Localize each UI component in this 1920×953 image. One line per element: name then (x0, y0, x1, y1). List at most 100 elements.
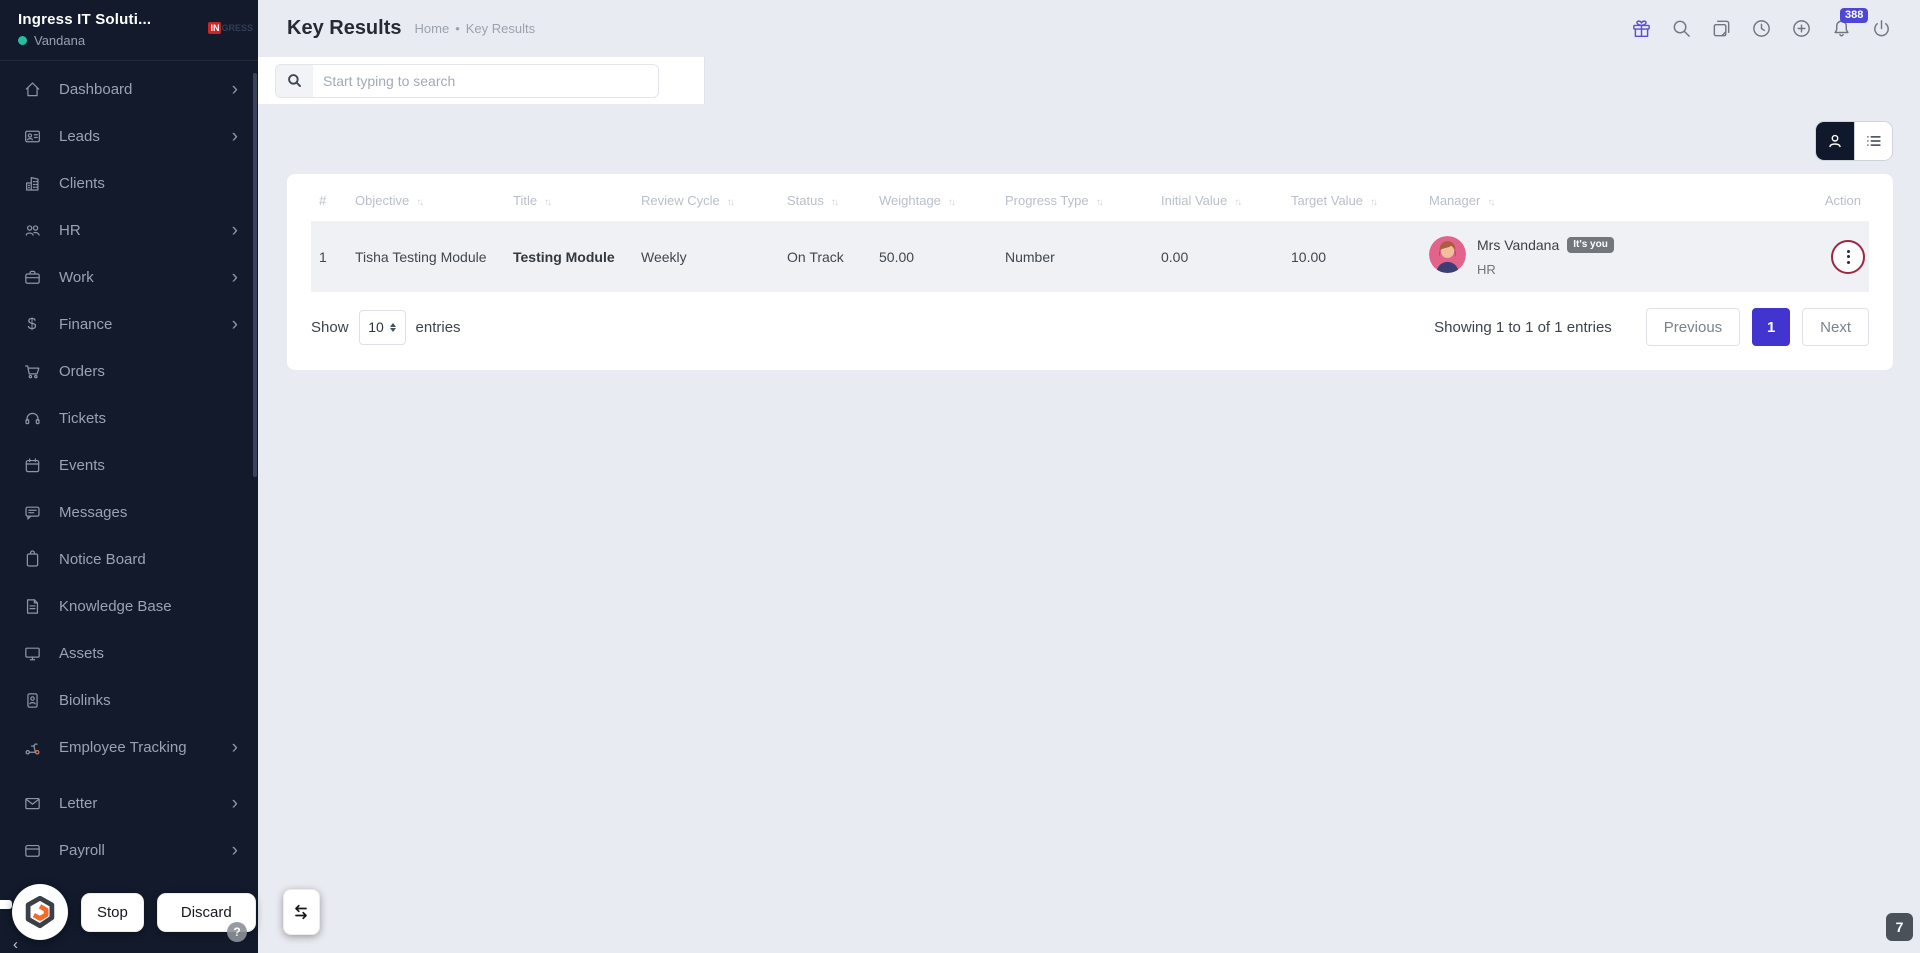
recorder-logo-button[interactable] (12, 884, 68, 940)
sort-icon: ↑↓ (830, 197, 839, 208)
col-manager[interactable]: Manager ↑↓ (1421, 178, 1811, 221)
table-row: 1 Tisha Testing Module Testing Module We… (311, 221, 1869, 292)
manager-info: Mrs Vandana It's you HR (1477, 236, 1614, 277)
recorder-control-bar: Stop Discard (12, 884, 320, 940)
sidebar-scrollbar[interactable] (253, 73, 257, 477)
chevron-right-icon: › (231, 79, 238, 100)
sidebar-item-work[interactable]: Work › (0, 254, 258, 301)
col-progress-type[interactable]: Progress Type ↑↓ (997, 178, 1153, 221)
notes-icon[interactable] (1710, 18, 1732, 40)
sidebar: Ingress IT Soluti... Vandana IN GRESS Das… (0, 0, 258, 953)
col-objective[interactable]: Objective ↑↓ (347, 178, 505, 221)
sidebar-item-employee-tracking[interactable]: Employee Tracking › (0, 724, 258, 771)
overlay-notch (0, 900, 12, 909)
row-objective: Tisha Testing Module (347, 221, 505, 292)
col-status[interactable]: Status ↑↓ (779, 178, 871, 221)
page-header: Key Results Home • Key Results 388 (258, 0, 1920, 57)
sidebar-item-label: Work (59, 269, 94, 286)
pagination-bar: Show 10 entries Showing 1 to 1 of 1 entr… (311, 308, 1869, 346)
chevron-right-icon: › (231, 314, 238, 335)
sidebar-item-notice-board[interactable]: Notice Board (0, 536, 258, 583)
manager-role: HR (1477, 262, 1496, 277)
row-target-value: 10.00 (1283, 221, 1421, 292)
sidebar-item-knowledge-base[interactable]: Knowledge Base (0, 583, 258, 630)
sidebar-item-leads[interactable]: Leads › (0, 113, 258, 160)
search-input[interactable] (313, 72, 658, 89)
main-area: Key Results Home • Key Results 388 Start… (258, 0, 1920, 953)
sidebar-item-messages[interactable]: Messages (0, 489, 258, 536)
col-review-cycle[interactable]: Review Cycle ↑↓ (633, 178, 779, 221)
sidebar-item-clients[interactable]: Clients (0, 160, 258, 207)
sidebar-item-events[interactable]: Events (0, 442, 258, 489)
manager-name[interactable]: Mrs Vandana (1477, 237, 1559, 253)
current-user: Vandana (18, 33, 242, 48)
previous-page-button[interactable]: Previous (1645, 308, 1741, 346)
person-view-toggle[interactable] (1816, 122, 1854, 160)
sidebar-item-letter[interactable]: Letter › (0, 780, 258, 827)
plus-circle-icon[interactable] (1790, 18, 1812, 40)
swap-arrows-button[interactable] (282, 889, 320, 935)
wallet-icon (22, 841, 42, 861)
sidebar-item-label: Events (59, 457, 105, 474)
row-initial-value: 0.00 (1153, 221, 1283, 292)
col-num: # (319, 193, 327, 208)
breadcrumb-home[interactable]: Home (415, 21, 450, 36)
chevron-right-icon: › (231, 126, 238, 147)
sidebar-item-tickets[interactable]: Tickets (0, 395, 258, 442)
pagination-controls: Showing 1 to 1 of 1 entries Previous 1 N… (1434, 308, 1869, 346)
page-size-select[interactable]: 10 (358, 309, 406, 345)
sort-icon: ↑↓ (1095, 197, 1104, 208)
chevron-right-icon: › (231, 840, 238, 861)
gift-icon[interactable] (1630, 18, 1652, 40)
view-toggle-group (1815, 121, 1893, 161)
leads-card-icon (22, 127, 42, 147)
table-header-row: # Objective ↑↓ Title ↑↓ Review Cycle ↑↓ Sta… (311, 178, 1869, 221)
sidebar-item-biolinks[interactable]: Biolinks (0, 677, 258, 724)
user-name: Vandana (34, 33, 86, 48)
scooter-icon (22, 738, 42, 758)
sidebar-item-finance[interactable]: $ Finance › (0, 301, 258, 348)
dollar-icon: $ (27, 315, 37, 333)
breadcrumb-current: Key Results (465, 21, 536, 36)
sidebar-item-orders[interactable]: Orders (0, 348, 258, 395)
col-initial-value[interactable]: Initial Value ↑↓ (1153, 178, 1283, 221)
people-icon (22, 221, 42, 241)
id-badge-icon (22, 691, 42, 711)
home-icon (22, 80, 42, 100)
stop-button[interactable]: Stop (81, 892, 144, 932)
sidebar-item-assets[interactable]: Assets (0, 630, 258, 677)
list-view-toggle[interactable] (1854, 122, 1892, 160)
chat-icon (22, 503, 42, 523)
key-results-card: # Objective ↑↓ Title ↑↓ Review Cycle ↑↓ Sta… (287, 174, 1893, 370)
clipboard-icon (22, 550, 42, 570)
sort-icon: ↑↓ (947, 197, 956, 208)
row-weightage: 50.00 (871, 221, 997, 292)
sidebar-item-label: Biolinks (59, 692, 111, 709)
col-title[interactable]: Title ↑↓ (505, 178, 633, 221)
sidebar-item-payroll[interactable]: Payroll › (0, 827, 258, 874)
sidebar-item-label: Tickets (59, 410, 106, 427)
row-num: 1 (311, 221, 347, 292)
col-weightage[interactable]: Weightage ↑↓ (871, 178, 997, 221)
page-title: Key Results (287, 17, 402, 39)
briefcase-icon (22, 268, 42, 288)
sidebar-item-dashboard[interactable]: Dashboard › (0, 66, 258, 113)
sidebar-item-label: Employee Tracking (59, 739, 187, 756)
sidebar-item-label: HR (59, 222, 81, 239)
sidebar-item-hr[interactable]: HR › (0, 207, 258, 254)
bell-icon[interactable]: 388 (1830, 7, 1869, 40)
power-icon[interactable] (1870, 18, 1892, 40)
chevron-right-icon: › (231, 267, 238, 288)
document-icon (22, 597, 42, 617)
sidebar-item-label: Messages (59, 504, 128, 521)
breadcrumb: Home • Key Results (415, 21, 536, 36)
breadcrumb-separator: • (455, 21, 460, 36)
page-1-button[interactable]: 1 (1752, 308, 1791, 346)
search-icon[interactable] (1670, 18, 1692, 40)
help-icon[interactable]: ? (227, 922, 247, 942)
clock-icon[interactable] (1750, 18, 1772, 40)
next-page-button[interactable]: Next (1802, 308, 1869, 346)
col-target-value[interactable]: Target Value ↑↓ (1283, 178, 1421, 221)
sidebar-item-label: Leads (59, 128, 100, 145)
row-actions-menu-button[interactable] (1831, 239, 1865, 274)
